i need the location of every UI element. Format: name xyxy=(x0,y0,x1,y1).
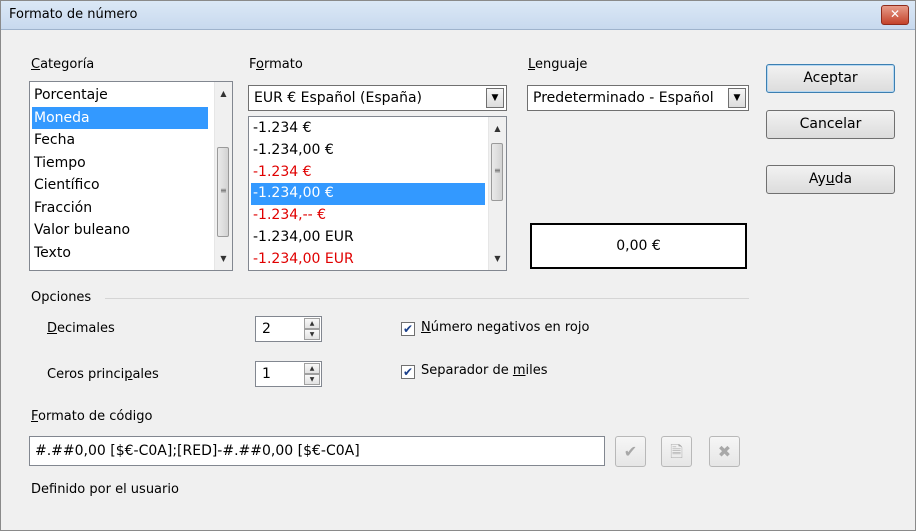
section-divider xyxy=(105,298,749,299)
negativos-checkbox[interactable]: ✔ xyxy=(401,322,415,336)
scroll-up-arrow-icon[interactable]: ▲ xyxy=(489,120,506,137)
list-item[interactable]: Fecha xyxy=(32,129,208,152)
comment-icon[interactable]: 🗎 xyxy=(661,436,692,467)
list-item[interactable]: -1.234,00 € xyxy=(251,183,485,206)
decimales-value: 2 xyxy=(262,321,271,337)
close-icon: ✕ xyxy=(889,7,901,21)
ceros-stepper[interactable]: 1 ▲ ▼ xyxy=(255,361,322,387)
lenguaje-label: Lenguaje xyxy=(528,57,588,72)
decrement-icon[interactable]: ▼ xyxy=(304,374,320,385)
checkmark-icon: ✔ xyxy=(402,322,414,336)
increment-icon[interactable]: ▲ xyxy=(304,363,320,374)
currency-select-value: EUR € Español (España) xyxy=(254,90,422,106)
list-item[interactable]: -1.234 € xyxy=(251,118,485,140)
formato-scrollbar[interactable]: ▲ ≡ ▼ xyxy=(488,117,506,270)
window-title: Formato de número xyxy=(9,7,138,22)
formato-label: Formato xyxy=(249,57,303,72)
list-item[interactable]: Moneda xyxy=(32,106,208,129)
scroll-up-arrow-icon[interactable]: ▲ xyxy=(215,85,232,102)
format-code-value: #.##0,00 [$€-C0A];[RED]-#.##0,00 [$€-C0A… xyxy=(35,443,360,459)
dropdown-arrow-icon[interactable]: ▼ xyxy=(486,88,504,108)
list-item[interactable]: -1.234,00 € xyxy=(251,140,485,162)
decrement-icon[interactable]: ▼ xyxy=(304,329,320,340)
number-format-dialog: Formato de número ✕ Categoría Porcentaje… xyxy=(0,0,916,531)
ceros-label: Ceros principales xyxy=(47,367,159,382)
close-button[interactable]: ✕ xyxy=(881,5,909,25)
format-code-input[interactable]: #.##0,00 [$€-C0A];[RED]-#.##0,00 [$€-C0A… xyxy=(29,436,605,466)
decimales-stepper[interactable]: 2 ▲ ▼ xyxy=(255,316,322,342)
check-icon[interactable]: ✔ xyxy=(615,436,646,467)
formato-listbox[interactable]: -1.234 € -1.234,00 € -1.234 € -1.234,00 € -1… xyxy=(248,116,507,271)
list-item[interactable]: Científico xyxy=(32,174,208,197)
list-item[interactable]: Porcentaje xyxy=(32,84,208,107)
language-select[interactable]: Predeterminado - Español ▼ xyxy=(527,85,749,111)
separador-checkbox[interactable]: ✔ xyxy=(401,365,415,379)
list-item[interactable]: Fracción xyxy=(32,197,208,220)
ceros-value: 1 xyxy=(262,366,271,382)
currency-select[interactable]: EUR € Español (España) ▼ xyxy=(248,85,507,111)
scroll-thumb[interactable]: ≡ xyxy=(491,143,503,201)
scroll-down-arrow-icon[interactable]: ▼ xyxy=(215,250,232,267)
opciones-title: Opciones xyxy=(31,290,92,305)
preview-value: 0,00 € xyxy=(616,238,661,254)
checkmark-icon: ✔ xyxy=(402,365,414,379)
categoria-scrollbar[interactable]: ▲ ≡ ▼ xyxy=(214,82,232,270)
categoria-label: Categoría xyxy=(31,57,95,72)
categoria-listbox[interactable]: Porcentaje Moneda Fecha Tiempo Científico Fra… xyxy=(29,81,233,271)
negativos-label[interactable]: Número negativos en rojo xyxy=(421,320,589,335)
list-item[interactable]: -1.234,00 EUR xyxy=(251,227,485,249)
scroll-down-arrow-icon[interactable]: ▼ xyxy=(489,250,506,267)
format-status: Definido por el usuario xyxy=(31,482,179,497)
list-item[interactable]: Tiempo xyxy=(32,152,208,175)
help-button[interactable]: Ayuda xyxy=(766,165,895,194)
codigo-label: Formato de código xyxy=(31,409,153,424)
list-item[interactable]: -1.234,00 EUR xyxy=(251,249,485,270)
list-item[interactable]: -1.234 € xyxy=(251,162,485,184)
dropdown-arrow-icon[interactable]: ▼ xyxy=(728,88,746,108)
list-item[interactable]: Texto xyxy=(32,242,208,265)
separador-label[interactable]: Separador de miles xyxy=(421,363,548,378)
ok-button[interactable]: Aceptar xyxy=(766,64,895,93)
increment-icon[interactable]: ▲ xyxy=(304,318,320,329)
title-bar[interactable]: Formato de número ✕ xyxy=(1,1,915,30)
language-select-value: Predeterminado - Español xyxy=(533,90,714,106)
decimales-label: Decimales xyxy=(47,321,115,336)
list-item[interactable]: -1.234,-- € xyxy=(251,205,485,227)
list-item[interactable]: Valor buleano xyxy=(32,219,208,242)
delete-icon[interactable]: ✖ xyxy=(709,436,740,467)
cancel-button[interactable]: Cancelar xyxy=(766,110,895,139)
format-preview: 0,00 € xyxy=(530,223,747,269)
scroll-thumb[interactable]: ≡ xyxy=(217,147,229,237)
